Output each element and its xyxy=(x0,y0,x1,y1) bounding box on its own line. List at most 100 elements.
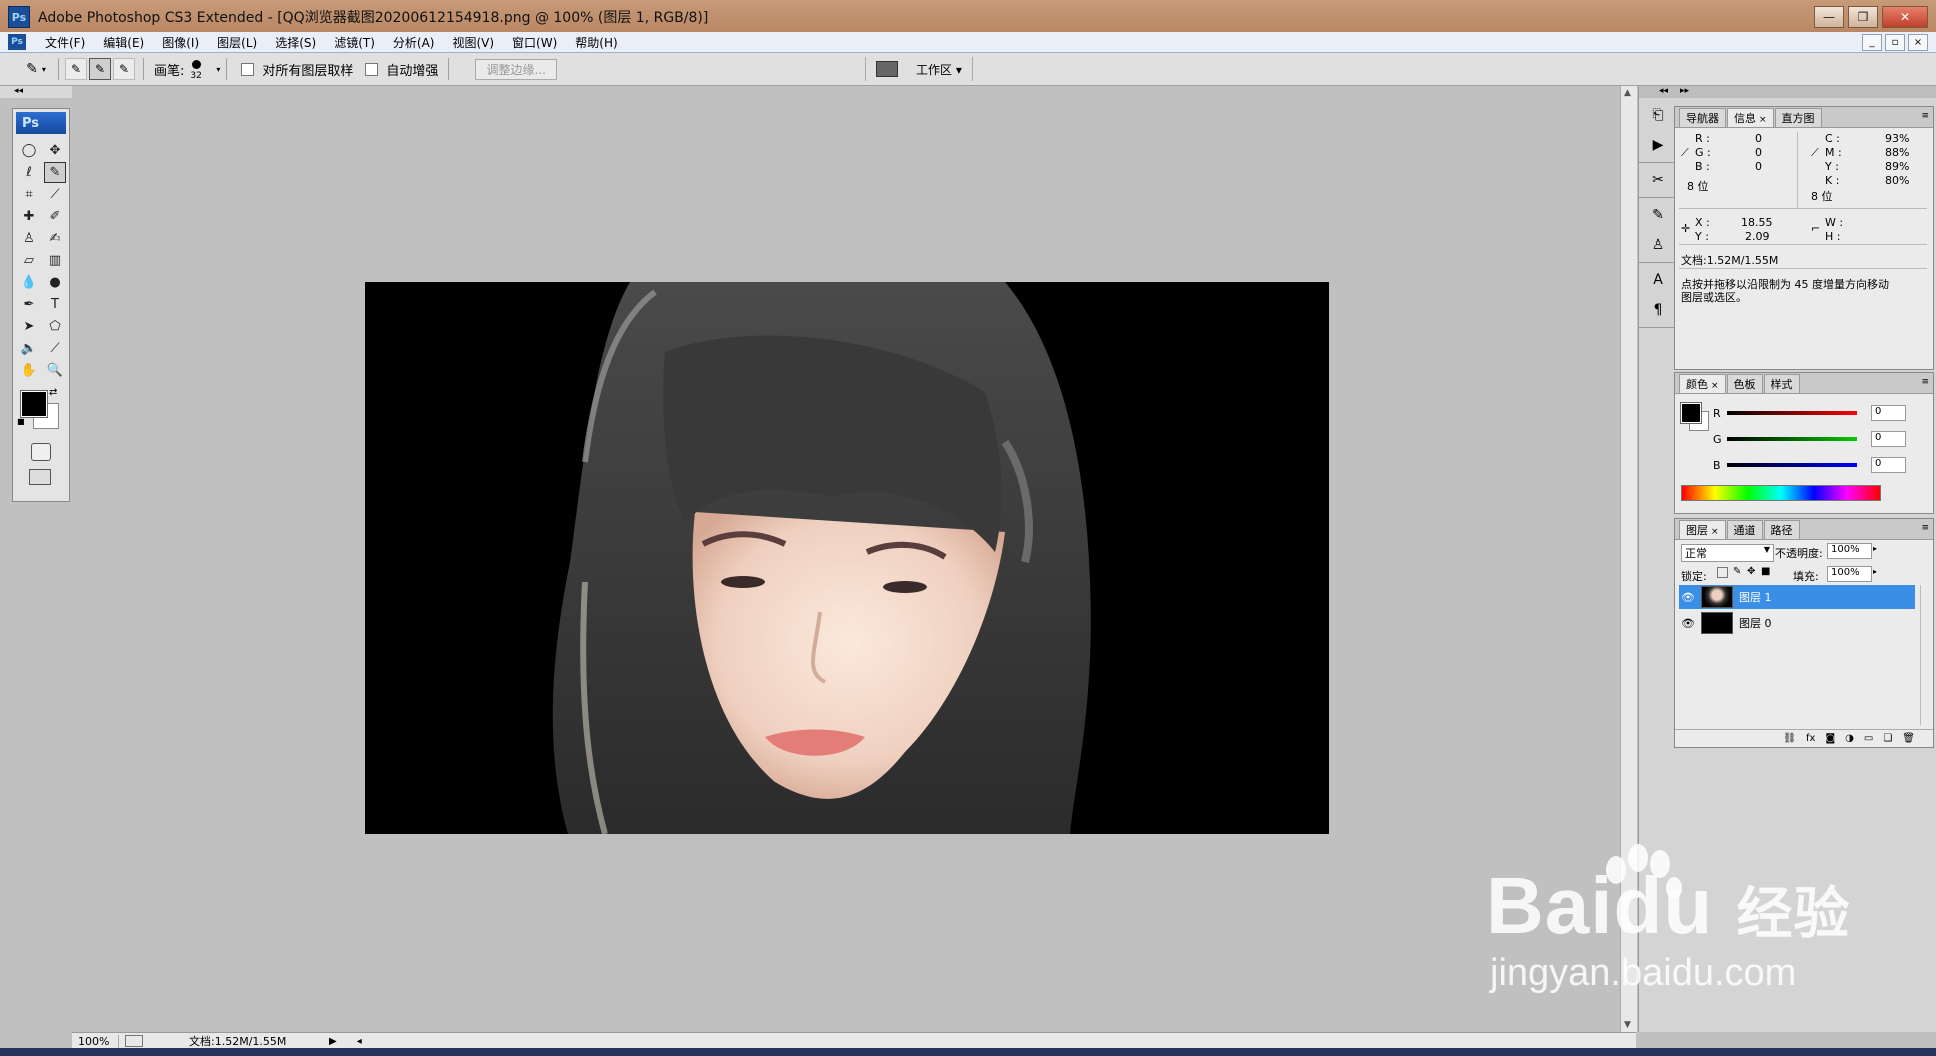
document-icon[interactable]: Ps xyxy=(8,34,26,50)
actions-panel-icon[interactable]: ▶ xyxy=(1644,132,1672,158)
slice-tool-icon[interactable]: ⟋ xyxy=(44,184,66,205)
crop-tool-icon[interactable]: ⌗ xyxy=(18,184,40,205)
tab-navigator[interactable]: 导航器 xyxy=(1679,108,1726,127)
eyedropper-icon[interactable]: ⟋ xyxy=(1681,146,1689,160)
fill-input[interactable]: 100% xyxy=(1827,566,1872,582)
menu-window[interactable]: 窗口(W) xyxy=(503,34,566,51)
horizontal-scroll-left-icon[interactable]: ◂ xyxy=(357,1036,362,1047)
tool-preset-picker[interactable]: ✎ ▾ xyxy=(20,58,52,80)
fill-arrow[interactable]: ▸ xyxy=(1873,567,1877,576)
clone-stamp-icon[interactable]: ♙ xyxy=(18,228,40,249)
tab-paths[interactable]: 路径 xyxy=(1763,520,1800,539)
zoom-tool-icon[interactable]: 🔍 xyxy=(44,360,66,381)
hand-tool-icon[interactable]: ✋ xyxy=(18,360,40,381)
add-to-selection-mode[interactable]: ✎ xyxy=(89,58,111,80)
layers-scrollbar[interactable] xyxy=(1920,585,1931,725)
red-slider[interactable]: R 0 xyxy=(1713,405,1906,421)
character-panel-icon[interactable]: A xyxy=(1644,267,1672,293)
menu-edit[interactable]: 编辑(E) xyxy=(94,34,153,51)
brush-dropdown-arrow[interactable]: ▾ xyxy=(216,65,220,74)
sample-all-layers-checkbox[interactable] xyxy=(241,62,255,76)
eyedropper-icon[interactable]: ⟋ xyxy=(44,338,66,359)
green-value[interactable]: 0 xyxy=(1871,431,1906,447)
eyedropper-cmyk-icon[interactable]: ⟋ xyxy=(1811,146,1819,160)
layer-mask-icon[interactable]: ◙ xyxy=(1825,733,1835,744)
menu-file[interactable]: 文件(F) xyxy=(36,34,94,51)
lock-all-icon[interactable]: ■ xyxy=(1761,566,1770,577)
3d-rotate-icon[interactable]: 🔈 xyxy=(18,338,40,359)
panels-collapse-bar[interactable]: ▸▸ xyxy=(1674,86,1936,98)
paragraph-panel-icon[interactable]: ¶ xyxy=(1644,297,1672,323)
adjustment-layer-icon[interactable]: ◑ xyxy=(1845,733,1854,744)
tab-channels[interactable]: 通道 xyxy=(1726,520,1763,539)
document-canvas[interactable] xyxy=(365,282,1329,834)
status-icon[interactable] xyxy=(125,1035,143,1047)
doc-close-button[interactable]: × xyxy=(1908,34,1928,51)
history-panel-icon[interactable]: ⎗ xyxy=(1644,102,1672,128)
shape-tool-icon[interactable]: ⬠ xyxy=(44,316,66,337)
brush-tool-icon[interactable]: ✐ xyxy=(44,206,66,227)
subtract-from-selection-mode[interactable]: ✎ xyxy=(113,58,135,80)
opacity-input[interactable]: 100% xyxy=(1827,543,1872,559)
panel-menu-icon[interactable]: ≡ xyxy=(1921,111,1929,121)
menu-image[interactable]: 图像(I) xyxy=(153,34,208,51)
link-layers-icon[interactable]: ⛓ xyxy=(1783,733,1796,744)
tab-layers[interactable]: 图层 × xyxy=(1679,520,1726,539)
menu-select[interactable]: 选择(S) xyxy=(266,34,325,51)
layer-row[interactable]: 👁 图层 1 xyxy=(1679,585,1915,609)
visibility-eye-icon[interactable]: 👁 xyxy=(1679,591,1697,604)
color-spectrum-bar[interactable] xyxy=(1681,485,1881,501)
lock-position-icon[interactable]: ✥ xyxy=(1747,566,1755,577)
bridge-icon[interactable] xyxy=(876,61,898,77)
refine-edge-button[interactable]: 调整边缘... xyxy=(475,58,557,80)
restore-button[interactable]: ❐ xyxy=(1848,6,1878,28)
doc-minimize-button[interactable]: _ xyxy=(1862,34,1882,51)
lasso-tool-icon[interactable]: ℓ xyxy=(18,162,40,183)
path-selection-icon[interactable]: ➤ xyxy=(18,316,40,337)
color-fg-swatch[interactable] xyxy=(1680,402,1702,424)
lock-pixels-icon[interactable]: ✎ xyxy=(1733,566,1741,577)
quick-selection-tool-icon[interactable]: ✎ xyxy=(44,162,66,183)
eraser-tool-icon[interactable]: ▱ xyxy=(18,250,40,271)
minimize-button[interactable]: — xyxy=(1814,6,1844,28)
blue-value[interactable]: 0 xyxy=(1871,457,1906,473)
healing-brush-icon[interactable]: ✚ xyxy=(18,206,40,227)
color-panel-menu-icon[interactable]: ≡ xyxy=(1921,377,1929,387)
menu-help[interactable]: 帮助(H) xyxy=(566,34,626,51)
menu-layer[interactable]: 图层(L) xyxy=(208,34,266,51)
tab-swatches[interactable]: 色板 xyxy=(1726,374,1763,393)
tool-presets-icon[interactable]: ✂ xyxy=(1644,167,1672,193)
brushes-panel-icon[interactable]: ✎ xyxy=(1644,202,1672,228)
blue-slider[interactable]: B 0 xyxy=(1713,457,1906,473)
close-button[interactable]: ✕ xyxy=(1882,6,1928,28)
menu-filter[interactable]: 滤镜(T) xyxy=(325,34,384,51)
red-value[interactable]: 0 xyxy=(1871,405,1906,421)
new-group-icon[interactable]: ▭ xyxy=(1864,733,1873,744)
tab-info[interactable]: 信息 × xyxy=(1727,108,1774,127)
move-tool-icon[interactable]: ✥ xyxy=(44,140,66,161)
menu-analysis[interactable]: 分析(A) xyxy=(384,34,444,51)
blur-tool-icon[interactable]: 💧 xyxy=(18,272,40,293)
type-tool-icon[interactable]: T xyxy=(44,294,66,315)
quick-mask-button[interactable] xyxy=(31,443,51,461)
dodge-tool-icon[interactable]: ● xyxy=(44,272,66,293)
brush-picker[interactable]: 32 xyxy=(188,58,206,81)
clone-source-icon[interactable]: ♙ xyxy=(1644,232,1672,258)
dock-collapse-bar[interactable]: ◂◂ xyxy=(1639,86,1675,98)
new-selection-mode[interactable]: ✎ xyxy=(65,58,87,80)
pen-tool-icon[interactable]: ✒ xyxy=(18,294,40,315)
new-layer-icon[interactable]: ❏ xyxy=(1883,733,1892,744)
lock-transparent-icon[interactable] xyxy=(1717,567,1728,578)
history-brush-icon[interactable]: ✍ xyxy=(44,228,66,249)
workspace-button[interactable]: 工作区 ▾ xyxy=(865,57,973,81)
zoom-level[interactable]: 100% xyxy=(72,1034,119,1048)
gradient-tool-icon[interactable]: ▥ xyxy=(44,250,66,271)
foreground-color-swatch[interactable] xyxy=(20,390,48,418)
marquee-tool-icon[interactable]: ◯ xyxy=(18,140,40,161)
swap-colors-icon[interactable]: ⇄ xyxy=(49,387,57,398)
tab-histogram[interactable]: 直方图 xyxy=(1774,108,1822,127)
blend-mode-select[interactable]: 正常 ▼ xyxy=(1681,544,1774,562)
delete-layer-icon[interactable]: 🗑 xyxy=(1902,733,1915,744)
doc-restore-button[interactable]: ▫ xyxy=(1885,34,1905,51)
tab-color[interactable]: 颜色 × xyxy=(1679,374,1726,393)
